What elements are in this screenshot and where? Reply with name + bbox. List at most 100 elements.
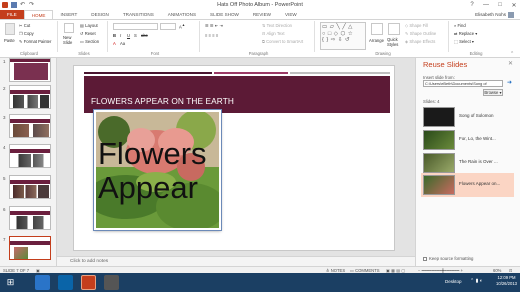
chevron-down-icon: ▾ [498,90,502,95]
shapes-gallery[interactable]: ▭ ▱ ╲ ╱ △ ○ □ ◇ ⬡ ☆{ } ⇨ ⇩ ↺ [320,22,366,50]
clock[interactable]: 12:09 PM 10/26/2013 [496,275,517,287]
font-size-dropdown[interactable] [160,23,176,30]
tab-review[interactable]: REVIEW [246,10,278,19]
tab-view[interactable]: VIEW [278,10,304,19]
minimize-icon[interactable]: — [482,2,490,8]
photo-caption-line1[interactable]: Flowers [98,138,207,169]
thumb-number: 7 [3,237,6,242]
ribbon-tabs: FILE HOME INSERT DESIGN TRANSITIONS ANIM… [0,10,520,19]
section-button[interactable]: ▭ Section [80,39,99,44]
shape-fill-button[interactable]: ◇ Shape Fill [405,23,428,28]
slide-preview [423,153,455,173]
keep-formatting-checkbox[interactable]: Keep source formatting [423,256,473,261]
underline-button[interactable]: U [127,33,130,38]
font-name-dropdown[interactable] [113,23,158,30]
shape-effects-label: Shape Effects [409,39,436,44]
tab-design[interactable]: DESIGN [84,10,116,19]
file-path-input[interactable]: C:\Users\eBeth\Documents\Song of [423,80,503,87]
cut-button[interactable]: ✂ Cut [19,23,30,28]
status-bar: SLIDE 7 OF 7 ▣ ≜ NOTES ▭ COMMENTS ▣ ▦ ▤ … [0,266,520,273]
user-account[interactable]: Elisabeth Nohs [475,10,514,19]
arrange-icon[interactable] [371,23,383,35]
quick-styles-button[interactable]: Quick Styles [387,37,403,47]
paste-button[interactable]: Paste [4,38,15,43]
checkbox-icon [423,256,427,261]
copy-button[interactable]: ❐ Copy [19,31,34,36]
decor-line [214,72,288,74]
help-icon[interactable]: ? [468,2,476,8]
new-slide-icon[interactable] [64,23,74,33]
find-button[interactable]: ⌕ Find [454,23,466,28]
text-direction-button[interactable]: ⇅ Text Direction [262,23,292,28]
slide-thumbnail[interactable] [9,85,51,109]
tab-slide-show[interactable]: SLIDE SHOW [203,10,246,19]
window-title: Hats Off Photo Album - PowerPoint [217,1,303,8]
convert-smartart-label: Convert to SmartArt [266,39,304,44]
bold-button[interactable]: B [113,33,116,38]
slide-thumbnail[interactable] [9,206,51,230]
slide-thumbnail[interactable] [9,175,51,199]
reuse-slide-item[interactable]: Song of Solomon [421,105,514,129]
desktop-label[interactable]: Desktop [445,279,462,284]
app-icon[interactable] [104,275,119,290]
tab-insert[interactable]: INSERT [53,10,84,19]
replace-button[interactable]: ⇄ Replace ▾ [454,31,477,36]
outlook-icon[interactable] [58,275,73,290]
tab-file[interactable]: FILE [0,10,24,19]
align-icons[interactable]: ≡ ≡ ≡ ≡ [205,33,218,38]
slide-title[interactable]: FLOWERS APPEAR ON THE EARTH [91,96,234,106]
highlight-icon[interactable]: Aa [120,41,125,46]
reuse-slide-label: The Rain is Over ... [459,159,498,164]
tab-home[interactable]: HOME [23,10,54,19]
bullets-icon[interactable]: ☰ ☰ ⇤ ⇥ [205,23,223,28]
browse-button[interactable]: Browse ▾ [483,89,503,96]
shape-outline-label: Shape Outline [409,31,437,36]
slide-thumbnail[interactable] [9,144,51,168]
chevron-down-icon: ▾ [474,31,478,36]
select-button[interactable]: ⬚ Select ▾ [454,39,474,44]
format-painter-label: Format Painter [23,39,52,44]
photo-caption-line2[interactable]: Appear [98,172,198,203]
title-banner [84,76,390,113]
powerpoint-icon[interactable] [81,275,96,290]
tray-icons[interactable]: ⌃ ▮ ◐ [470,278,483,284]
keep-formatting-label: Keep source formatting [429,256,474,261]
close-icon[interactable]: ✕ [508,60,513,67]
slide-thumbnail-selected[interactable] [9,236,51,260]
reuse-slide-item-selected[interactable]: Flowers Appear on... [421,173,514,197]
align-text-button[interactable]: ⊟ Align Text [262,31,285,36]
find-label: Find [457,23,466,28]
layout-button[interactable]: ▤ Layout [80,23,98,28]
close-icon[interactable]: ✕ [510,2,518,9]
start-button-icon[interactable]: ⊞ [3,275,18,290]
collapse-ribbon-icon[interactable]: ⌃ [510,51,514,57]
tab-transitions[interactable]: TRANSITIONS [116,10,161,19]
maximize-icon[interactable]: □ [496,2,504,8]
font-color-icon[interactable]: A [113,41,116,46]
slide-thumbnail[interactable] [9,58,51,82]
italic-button[interactable]: I [120,33,121,38]
quick-styles-icon[interactable] [388,23,400,35]
slide-thumbnail[interactable] [9,114,51,138]
grow-font-icon[interactable]: A▲ [179,23,185,29]
paste-icon[interactable] [5,23,15,35]
reuse-slide-item[interactable]: The Rain is Over ... [421,151,514,175]
format-painter-button[interactable]: ✎ Format Painter [19,39,51,44]
thumb-number: 3 [3,115,6,120]
arrange-button[interactable]: Arrange [369,38,384,43]
notes-area[interactable]: Click to add notes [57,256,415,266]
copy-label: Copy [23,31,34,36]
internet-explorer-icon[interactable] [35,275,50,290]
reset-button[interactable]: ↺ Reset [80,31,96,36]
new-slide-button[interactable]: New Slide [63,35,77,45]
shape-effects-button[interactable]: ◈ Shape Effects [405,39,435,44]
slides-count: Slides: 4 [423,99,440,104]
shape-outline-button[interactable]: ✎ Shape Outline [405,31,436,36]
convert-smartart-button[interactable]: ⧉ Convert to SmartArt [262,39,303,44]
shadow-button[interactable]: S [134,33,137,38]
thumb-number: 2 [3,86,6,91]
strikethrough-button[interactable]: abc [141,33,148,38]
tab-animations[interactable]: ANIMATIONS [161,10,203,19]
reuse-slide-item[interactable]: For, Lo, the Wint... [421,128,514,152]
go-arrow-icon[interactable]: ➜ [505,80,514,87]
